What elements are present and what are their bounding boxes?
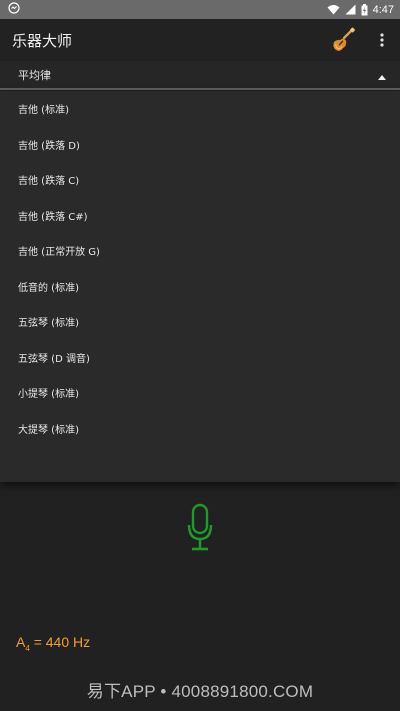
tuning-option[interactable]: 吉他 (正常开放 G) [0,233,400,269]
microphone-icon[interactable] [186,503,214,553]
status-right: 4:47 [327,3,394,16]
tuning-option[interactable]: 吉他 (跌落 C) [0,162,400,198]
tuning-option[interactable]: 五弦琴 (标准) [0,304,400,340]
reference-octave: 4 [25,643,30,653]
app-title: 乐器大师 [12,31,73,50]
overflow-menu-icon[interactable] [372,25,392,55]
electric-guitar-icon[interactable] [328,25,358,55]
temperament-selected: 平均律 [18,68,51,82]
app-bar: 乐器大师 [0,19,400,61]
screen: 4:47 乐器大师 平均律 吉他 (标准) 吉他 (跌落 D) 吉他 (跌落 C… [0,0,400,711]
battery-charging-icon [361,3,368,16]
app-notification-icon [8,2,20,17]
status-bar: 4:47 [0,0,400,19]
triangle-up-icon [378,65,386,84]
tuning-list: 吉他 (标准) 吉他 (跌落 D) 吉他 (跌落 C) 吉他 (跌落 C#) 吉他 (正… [0,91,400,482]
reference-value: = 440 Hz [33,634,91,650]
tuning-option[interactable]: 吉他 (跌落 D) [0,127,400,163]
list-bottom-padding [0,446,400,482]
tuning-option[interactable]: 五弦琴 (D 调音) [0,340,400,376]
status-left [8,2,20,17]
clock-time: 4:47 [372,3,394,16]
temperament-dropdown[interactable]: 平均律 [0,61,400,90]
tuning-option[interactable]: 吉他 (标准) [0,91,400,127]
reference-pitch[interactable]: A4 = 440 Hz [16,634,90,653]
reference-note: A [16,634,26,650]
watermark-text: 易下APP • 4008891800.COM [86,682,314,701]
wifi-icon [327,4,340,15]
tuning-option[interactable]: 小提琴 (标准) [0,375,400,411]
tuning-option[interactable]: 大提琴 (标准) [0,411,400,447]
cell-signal-icon [345,4,356,15]
tuning-option[interactable]: 低音的 (标准) [0,269,400,305]
tuning-option[interactable]: 吉他 (跌落 C#) [0,198,400,234]
